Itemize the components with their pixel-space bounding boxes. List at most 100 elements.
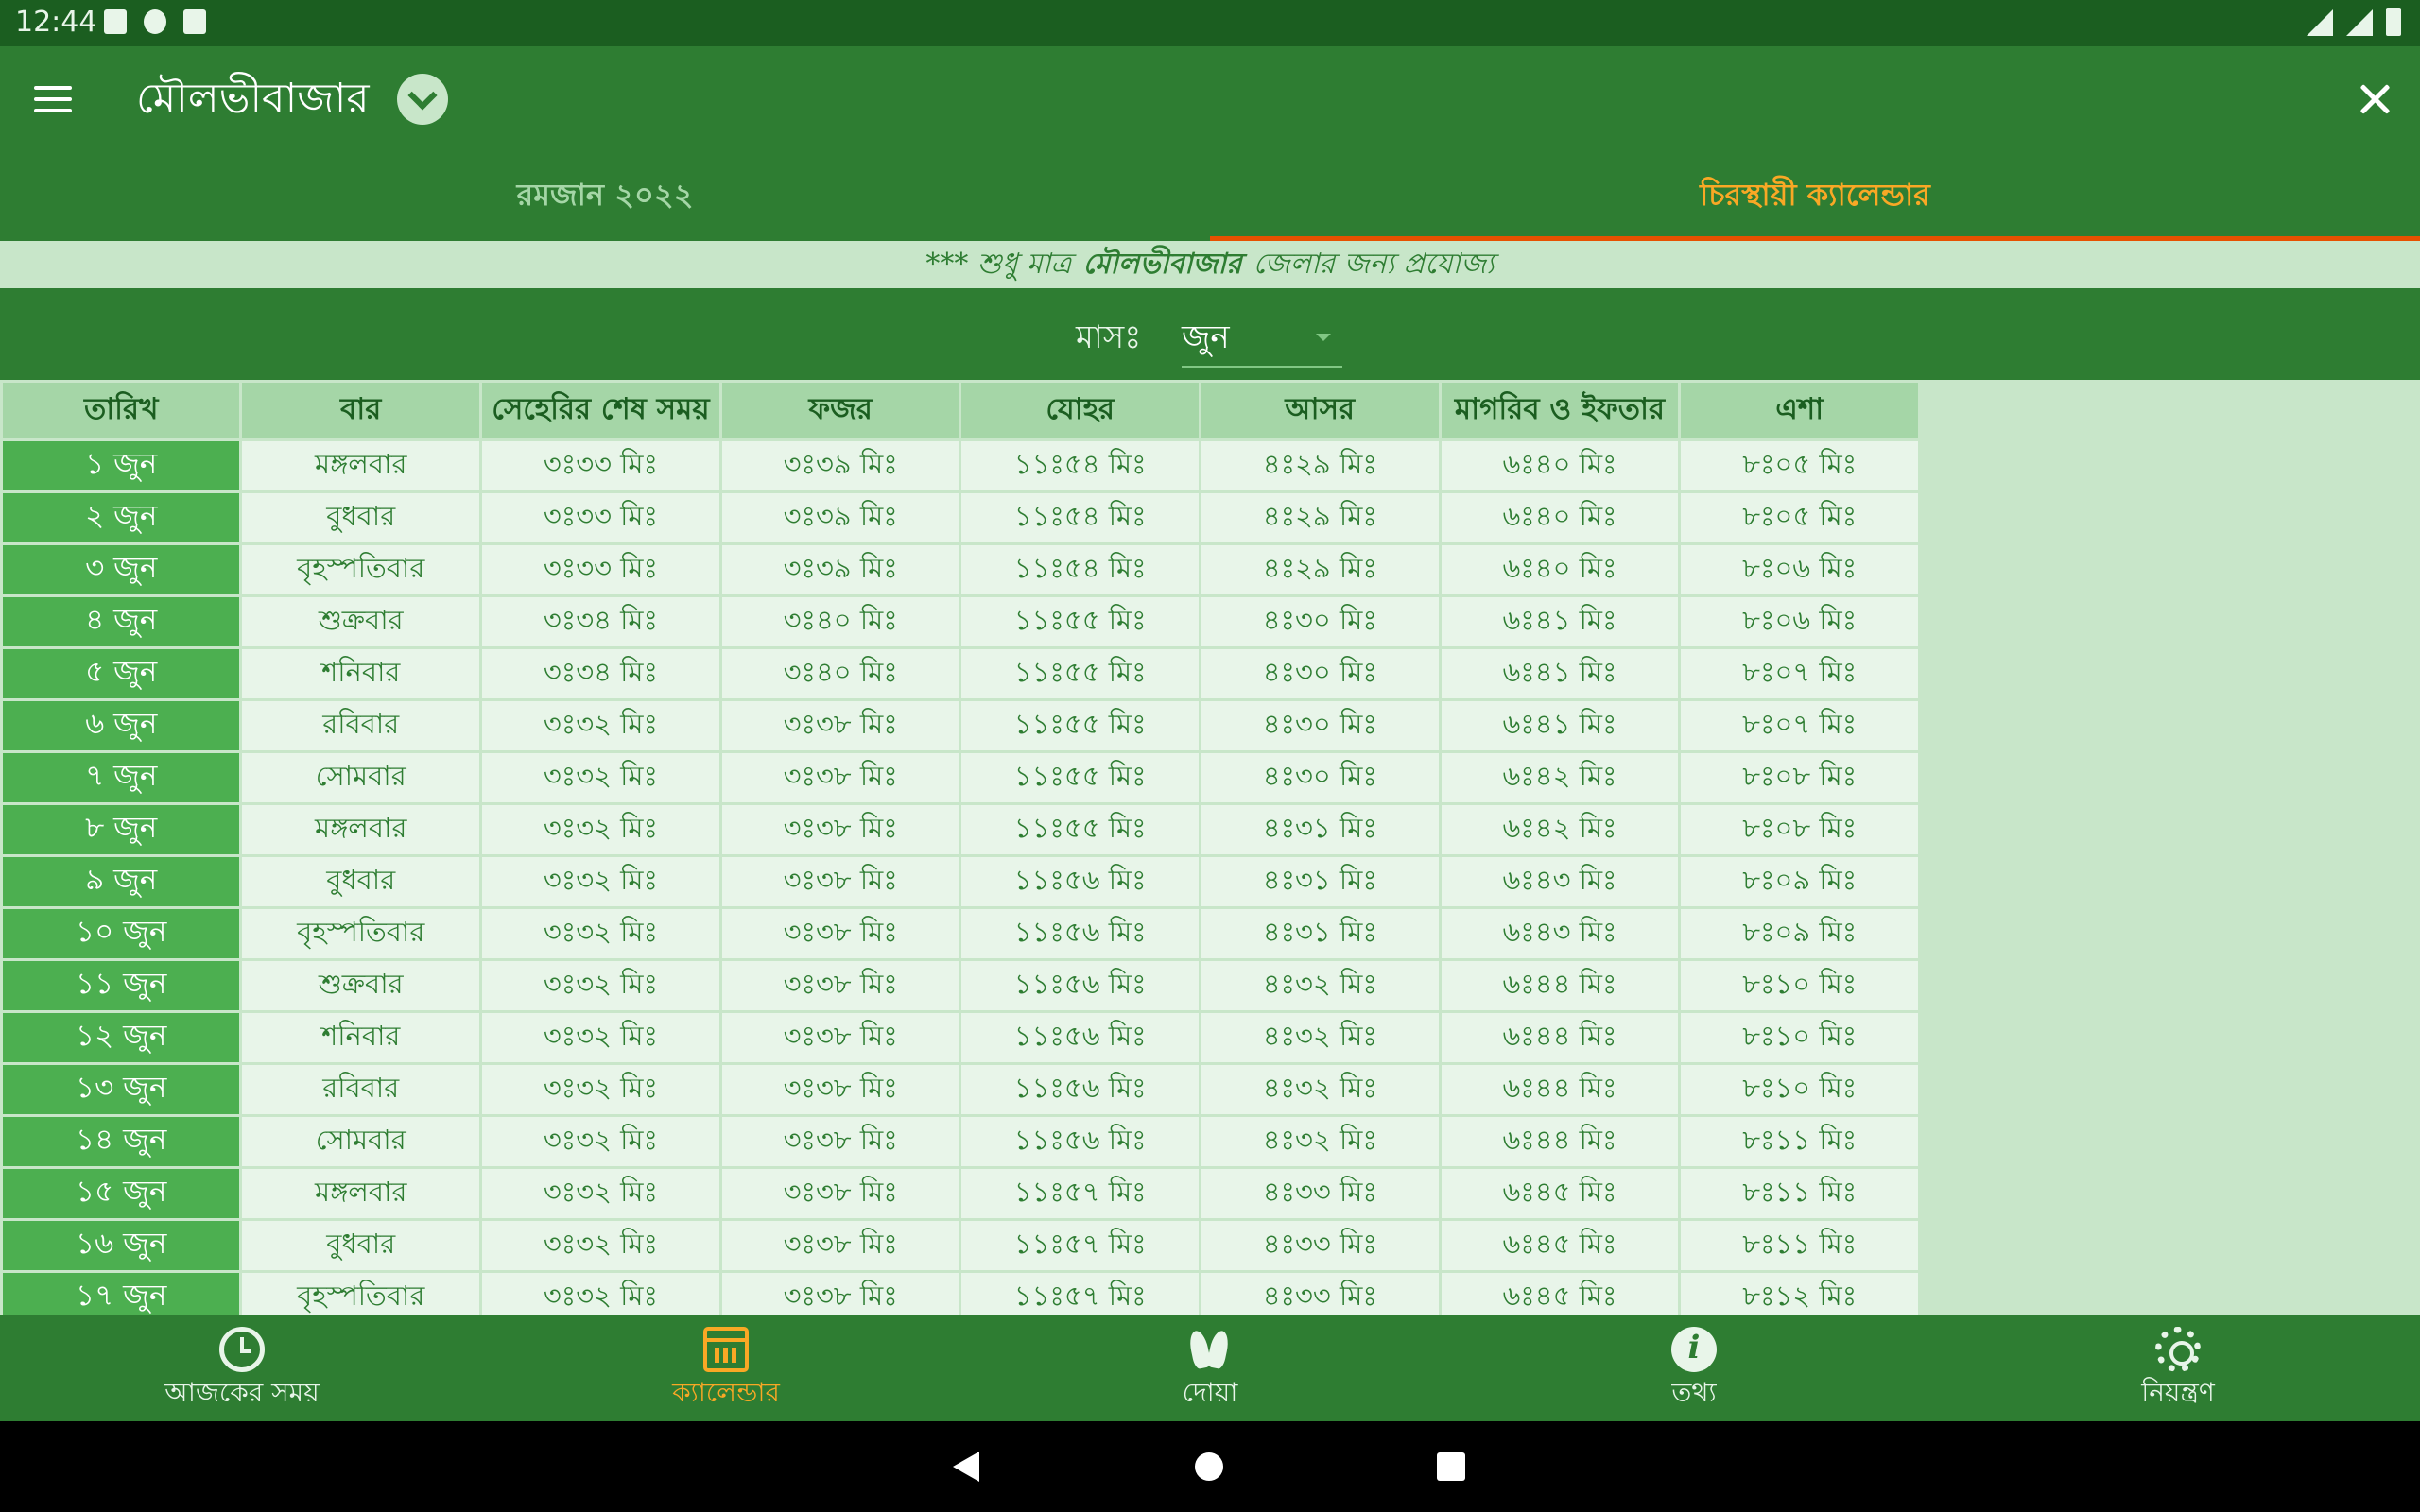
table-row: ১৩ জুন রবিবার ৩ঃ৩২ মিঃ ৩ঃ৩৮ মিঃ ১১ঃ৫৬ মিঃ ৪ঃ৩… bbox=[0, 1062, 1921, 1117]
info-icon bbox=[1671, 1327, 1717, 1372]
table-cell: ৩ঃ৩২ মিঃ bbox=[478, 854, 722, 909]
column-header: এশা bbox=[1678, 380, 1921, 441]
table-cell: ৮ঃ০৫ মিঃ bbox=[1678, 438, 1921, 493]
prayer-time-table-container[interactable]: তারিখ বার সেহেরির শেষ সময় ফজর যোহর আসর মাগরিব… bbox=[0, 380, 1921, 1315]
table-cell: ৪ঃ২৯ মিঃ bbox=[1199, 490, 1442, 545]
district-dropdown-icon[interactable] bbox=[397, 74, 448, 125]
date-cell: ১৭ জুন bbox=[0, 1270, 243, 1315]
table-cell: ৬ঃ৪৫ মিঃ bbox=[1438, 1166, 1682, 1221]
menu-icon[interactable] bbox=[34, 86, 72, 114]
table-cell: ৪ঃ৩০ মিঃ bbox=[1199, 698, 1442, 753]
column-header: তারিখ bbox=[0, 380, 243, 441]
table-cell: ৩ঃ৩৪ মিঃ bbox=[478, 594, 722, 649]
table-cell: ৬ঃ৪২ মিঃ bbox=[1438, 802, 1682, 857]
table-cell: ৮ঃ০৬ মিঃ bbox=[1678, 542, 1921, 597]
table-cell: রবিবার bbox=[239, 698, 482, 753]
table-cell: ৪ঃ৩২ মিঃ bbox=[1199, 1010, 1442, 1065]
table-row: ১৫ জুন মঙ্গলবার ৩ঃ৩২ মিঃ ৩ঃ৩৮ মিঃ ১১ঃ৫৭ মিঃ ৪… bbox=[0, 1166, 1921, 1221]
table-cell: ৩ঃ৩২ মিঃ bbox=[478, 958, 722, 1013]
tab-ramadan[interactable]: রমজান ২০২২ bbox=[0, 152, 1210, 241]
date-cell: ৮ জুন bbox=[0, 802, 243, 857]
table-cell: ১১ঃ৫৬ মিঃ bbox=[959, 854, 1202, 909]
table-cell: ৪ঃ৩১ মিঃ bbox=[1199, 854, 1442, 909]
table-row: ৩ জুন বৃহস্পতিবার ৩ঃ৩৩ মিঃ ৩ঃ৩৯ মিঃ ১১ঃ৫৪ মি… bbox=[0, 542, 1921, 597]
bottom-navigation: আজকের সময় ক্যালেন্ডার দোয়া তথ্য নিয়ন্… bbox=[0, 1315, 2420, 1421]
table-cell: ৩ঃ৩৮ মিঃ bbox=[718, 1010, 962, 1065]
nav-calendar[interactable]: ক্যালেন্ডার bbox=[484, 1315, 968, 1421]
table-row: ৫ জুন শনিবার ৩ঃ৩৪ মিঃ ৩ঃ৪০ মিঃ ১১ঃ৫৫ মিঃ ৪ঃ৩০… bbox=[0, 646, 1921, 701]
table-cell: ১১ঃ৫৬ মিঃ bbox=[959, 1114, 1202, 1169]
table-cell: ৬ঃ৪০ মিঃ bbox=[1438, 438, 1682, 493]
column-header: মাগরিব ও ইফতার bbox=[1438, 380, 1682, 441]
table-cell: ৬ঃ৪১ মিঃ bbox=[1438, 698, 1682, 753]
clock-icon bbox=[219, 1327, 265, 1372]
date-cell: ১১ জুন bbox=[0, 958, 243, 1013]
table-row: ৪ জুন শুক্রবার ৩ঃ৩৪ মিঃ ৩ঃ৪০ মিঃ ১১ঃ৫৫ মিঃ ৪ঃ… bbox=[0, 594, 1921, 649]
table-cell: সোমবার bbox=[239, 750, 482, 805]
table-cell: ৬ঃ৪২ মিঃ bbox=[1438, 750, 1682, 805]
table-cell: ৮ঃ১২ মিঃ bbox=[1678, 1270, 1921, 1315]
table-row: ৬ জুন রবিবার ৩ঃ৩২ মিঃ ৩ঃ৩৮ মিঃ ১১ঃ৫৫ মিঃ ৪ঃ৩০… bbox=[0, 698, 1921, 753]
table-cell: ৮ঃ০৮ মিঃ bbox=[1678, 750, 1921, 805]
nav-label: দোয়া bbox=[1182, 1377, 1238, 1408]
table-cell: ৬ঃ৪০ মিঃ bbox=[1438, 542, 1682, 597]
column-header: ফজর bbox=[718, 380, 962, 441]
table-cell: ৩ঃ৩৮ মিঃ bbox=[718, 1062, 962, 1117]
table-cell: ৪ঃ৩২ মিঃ bbox=[1199, 1062, 1442, 1117]
table-cell: ১১ঃ৫৬ মিঃ bbox=[959, 958, 1202, 1013]
calendar-icon bbox=[703, 1327, 749, 1372]
table-cell: ৬ঃ৪৪ মিঃ bbox=[1438, 1010, 1682, 1065]
close-icon[interactable] bbox=[2356, 80, 2394, 118]
table-cell: ৩ঃ৩৩ মিঃ bbox=[478, 438, 722, 493]
table-cell: ১১ঃ৫৭ মিঃ bbox=[959, 1270, 1202, 1315]
table-cell: ৬ঃ৪৩ মিঃ bbox=[1438, 854, 1682, 909]
table-cell: ৩ঃ৩৮ মিঃ bbox=[718, 1218, 962, 1273]
recents-icon[interactable] bbox=[1437, 1452, 1465, 1481]
table-cell: ৮ঃ০৭ মিঃ bbox=[1678, 646, 1921, 701]
table-cell: ৬ঃ৪১ মিঃ bbox=[1438, 646, 1682, 701]
table-cell: ৬ঃ৪৫ মিঃ bbox=[1438, 1218, 1682, 1273]
nav-today-time[interactable]: আজকের সময় bbox=[0, 1315, 484, 1421]
nav-settings[interactable]: নিয়ন্ত্রণ bbox=[1936, 1315, 2420, 1421]
table-cell: ১১ঃ৫৬ মিঃ bbox=[959, 906, 1202, 961]
table-cell: ৩ঃ৩২ মিঃ bbox=[478, 1166, 722, 1221]
signal-icon bbox=[2346, 9, 2373, 36]
month-select[interactable]: জুন bbox=[1182, 309, 1342, 368]
nav-dua[interactable]: দোয়া bbox=[968, 1315, 1452, 1421]
table-cell: ৪ঃ২৯ মিঃ bbox=[1199, 438, 1442, 493]
table-cell: ৩ঃ৩২ মিঃ bbox=[478, 1218, 722, 1273]
table-cell: ৬ঃ৪৩ মিঃ bbox=[1438, 906, 1682, 961]
system-navigation-bar bbox=[0, 1421, 2420, 1512]
table-cell: ৩ঃ৩৯ মিঃ bbox=[718, 438, 962, 493]
table-cell: ৩ঃ৩৮ মিঃ bbox=[718, 1166, 962, 1221]
table-cell: ৪ঃ৩৩ মিঃ bbox=[1199, 1218, 1442, 1273]
date-cell: ১০ জুন bbox=[0, 906, 243, 961]
date-cell: ৫ জুন bbox=[0, 646, 243, 701]
date-cell: ২ জুন bbox=[0, 490, 243, 545]
back-icon[interactable] bbox=[953, 1452, 979, 1482]
table-cell: ৬ঃ৪৪ মিঃ bbox=[1438, 1114, 1682, 1169]
table-cell: বৃহস্পতিবার bbox=[239, 542, 482, 597]
home-icon[interactable] bbox=[1195, 1452, 1223, 1481]
notice-prefix: *** শুধু মাত্র bbox=[925, 247, 1072, 281]
table-cell: ১১ঃ৫৪ মিঃ bbox=[959, 438, 1202, 493]
table-cell: ৬ঃ৪৪ মিঃ bbox=[1438, 1062, 1682, 1117]
table-cell: ৩ঃ৩৮ মিঃ bbox=[718, 1270, 962, 1315]
app-bar: মৌলভীবাজার bbox=[0, 46, 2420, 152]
table-cell: ৩ঃ৩২ মিঃ bbox=[478, 698, 722, 753]
table-cell: ১১ঃ৫৪ মিঃ bbox=[959, 542, 1202, 597]
table-cell: রবিবার bbox=[239, 1062, 482, 1117]
district-notice: *** শুধু মাত্র মৌলভীবাজার জেলার জন্য প্র… bbox=[0, 241, 2420, 288]
table-cell: ৩ঃ৩৮ মিঃ bbox=[718, 750, 962, 805]
table-cell: ১১ঃ৫৭ মিঃ bbox=[959, 1218, 1202, 1273]
table-cell: ৮ঃ০৯ মিঃ bbox=[1678, 906, 1921, 961]
table-cell: ১১ঃ৫৫ মিঃ bbox=[959, 750, 1202, 805]
table-cell: ৩ঃ৩২ মিঃ bbox=[478, 1270, 722, 1315]
nav-info[interactable]: তথ্য bbox=[1452, 1315, 1936, 1421]
table-cell: ৮ঃ১০ মিঃ bbox=[1678, 1062, 1921, 1117]
table-cell: মঙ্গলবার bbox=[239, 802, 482, 857]
column-header: আসর bbox=[1199, 380, 1442, 441]
table-cell: ৩ঃ৩২ মিঃ bbox=[478, 1114, 722, 1169]
tab-perpetual-calendar[interactable]: চিরস্থায়ী ক্যালেন্ডার bbox=[1210, 152, 2420, 241]
table-cell: ৩ঃ৩৩ মিঃ bbox=[478, 542, 722, 597]
